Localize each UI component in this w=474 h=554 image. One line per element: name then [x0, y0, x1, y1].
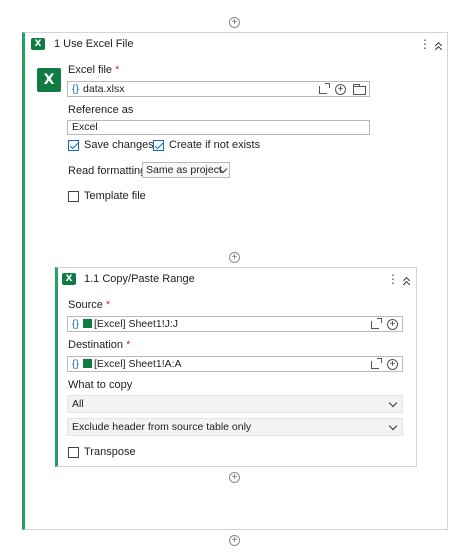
transpose-checkbox[interactable]: [68, 447, 79, 458]
read-formatting-select[interactable]: Same as project: [142, 162, 230, 178]
template-file-label: Template file: [84, 190, 146, 202]
expand-editor-icon[interactable]: [371, 358, 382, 369]
folder-icon[interactable]: [353, 84, 366, 95]
variable-brace-icon: {}: [72, 83, 80, 95]
reference-as-input[interactable]: Excel: [67, 120, 370, 135]
add-activity-inner-bottom-icon[interactable]: +: [229, 472, 240, 483]
source-label: Source *: [68, 299, 111, 311]
excel-range-icon: [83, 359, 93, 368]
add-activity-bottom-icon[interactable]: +: [229, 535, 240, 546]
transpose-label: Transpose: [84, 446, 136, 458]
source-input[interactable]: {} [Excel] Sheet1!J:J: [67, 316, 403, 332]
add-variable-icon[interactable]: +: [387, 359, 398, 370]
what-to-copy-label: What to copy: [68, 379, 133, 391]
add-variable-icon[interactable]: +: [387, 319, 398, 330]
what-to-copy-select[interactable]: All: [67, 395, 403, 413]
destination-input[interactable]: {} [Excel] Sheet1!A:A: [67, 356, 403, 372]
save-changes-checkbox[interactable]: [68, 140, 79, 151]
add-variable-icon[interactable]: +: [335, 84, 346, 95]
read-formatting-label: Read formatting: [68, 165, 147, 177]
more-options-inner-icon[interactable]: ⋮: [387, 273, 399, 285]
use-excel-file-title[interactable]: 1 Use Excel File: [54, 38, 133, 50]
variable-brace-icon: {}: [72, 358, 80, 370]
template-file-checkbox[interactable]: [68, 191, 79, 202]
excel-range-icon: [83, 319, 93, 328]
excel-file-large-icon: X: [37, 68, 61, 92]
chevron-down-icon: [388, 398, 398, 408]
header-option-select[interactable]: Exclude header from source table only: [67, 418, 403, 436]
variable-brace-icon: {}: [72, 318, 80, 330]
add-activity-inner-top-icon[interactable]: +: [229, 252, 240, 263]
expand-editor-icon[interactable]: [319, 83, 330, 94]
copy-paste-range-title[interactable]: 1.1 Copy/Paste Range: [84, 273, 195, 285]
reference-as-label: Reference as: [68, 104, 134, 116]
excel-icon-inner: X: [62, 273, 76, 285]
expand-editor-icon[interactable]: [371, 318, 382, 329]
more-options-icon[interactable]: ⋮: [419, 38, 431, 50]
create-if-not-exists-label: Create if not exists: [169, 139, 261, 151]
chevron-down-icon: [388, 421, 398, 431]
destination-label: Destination *: [68, 339, 131, 351]
save-changes-label: Save changes: [84, 139, 154, 151]
create-if-not-exists-checkbox[interactable]: [153, 140, 164, 151]
add-activity-top-icon[interactable]: +: [229, 17, 240, 28]
excel-icon: X: [31, 38, 45, 50]
excel-file-label: Excel file *: [68, 64, 120, 76]
